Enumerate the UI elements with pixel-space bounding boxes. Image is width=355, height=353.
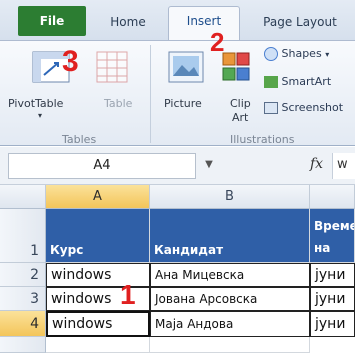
table-icon xyxy=(96,51,128,83)
table-label: Table xyxy=(104,97,133,110)
formula-bar: A4 ▼ fx w xyxy=(0,147,355,185)
cell-a4-active[interactable]: windows xyxy=(46,311,150,337)
tab-home[interactable]: Home xyxy=(96,8,160,40)
annotation-2: 2 xyxy=(210,27,225,57)
cell-b4[interactable]: Маја Андова xyxy=(150,311,310,337)
column-header-a[interactable]: A xyxy=(46,185,150,209)
shapes-icon xyxy=(264,47,278,61)
header-cell-kandidat[interactable]: Кандидат xyxy=(150,209,310,263)
shapes-label: Shapes xyxy=(281,47,322,60)
tab-file[interactable]: File xyxy=(18,6,86,36)
header-cell-kurs[interactable]: Курс xyxy=(46,209,150,263)
table-button[interactable]: Table xyxy=(86,47,136,127)
cell-b5[interactable] xyxy=(150,337,310,353)
formula-input[interactable]: w xyxy=(332,153,355,179)
row-header-3[interactable]: 3 xyxy=(0,287,46,311)
cell-b3[interactable]: Јована Арсовска xyxy=(150,287,310,311)
cell-c2[interactable]: јуни xyxy=(310,263,355,287)
clip-art-icon xyxy=(222,52,250,81)
cell-a5[interactable] xyxy=(46,337,150,353)
column-header-b[interactable]: B xyxy=(150,185,310,209)
chevron-down-icon: ▾ xyxy=(38,111,43,120)
annotation-3: 3 xyxy=(62,45,79,78)
cell-c4[interactable]: јуни xyxy=(310,311,355,337)
name-box[interactable]: A4 xyxy=(8,153,196,179)
cell-b2[interactable]: Ана Мицевска xyxy=(150,263,310,287)
tab-page-layout[interactable]: Page Layout xyxy=(250,8,350,40)
group-label-illustrations: Illustrations xyxy=(230,133,295,146)
screenshot-icon xyxy=(264,102,278,114)
picture-icon xyxy=(168,51,204,83)
ribbon-insert-panel: PivotTable ▾ Table 3 Tables Picture Clip… xyxy=(0,27,355,146)
picture-label: Picture xyxy=(164,97,202,110)
group-separator xyxy=(150,45,151,143)
clip-art-label-2: Art xyxy=(232,111,249,124)
select-all-corner[interactable] xyxy=(0,185,46,209)
row-header-5[interactable] xyxy=(0,337,46,353)
smartart-label: SmartArt xyxy=(281,75,332,88)
fx-icon[interactable]: fx xyxy=(310,156,323,172)
header-cell-vreme[interactable]: Време на полагање xyxy=(310,209,355,263)
ribbon-tab-bar: File Home Insert Page Layout xyxy=(0,0,355,42)
shapes-button[interactable]: Shapes ▾ xyxy=(264,47,329,61)
chevron-down-icon: ▾ xyxy=(325,50,330,59)
screenshot-label: Screenshot xyxy=(281,101,344,114)
annotation-1: 1 xyxy=(120,279,136,310)
screenshot-button[interactable]: Screenshot xyxy=(264,101,343,114)
row-header-4[interactable]: 4 xyxy=(0,311,46,337)
picture-button[interactable]: Picture xyxy=(160,47,214,127)
row-header-1[interactable]: 1 xyxy=(0,209,46,263)
smartart-button[interactable]: SmartArt xyxy=(264,75,331,88)
row-header-2[interactable]: 2 xyxy=(0,263,46,287)
pivottable-label: PivotTable xyxy=(8,97,64,110)
smartart-icon xyxy=(264,76,278,88)
worksheet-grid: A B 1 Курс Кандидат Време на полагање 2 … xyxy=(0,185,355,353)
chevron-down-icon[interactable]: ▼ xyxy=(202,159,216,173)
group-label-tables: Tables xyxy=(62,133,97,146)
column-header-c[interactable] xyxy=(310,185,355,209)
tab-insert[interactable]: Insert xyxy=(168,6,240,42)
clip-art-button[interactable]: Clip Art xyxy=(218,47,258,127)
cell-c3[interactable]: јуни xyxy=(310,287,355,311)
clip-art-label-1: Clip xyxy=(230,97,251,110)
